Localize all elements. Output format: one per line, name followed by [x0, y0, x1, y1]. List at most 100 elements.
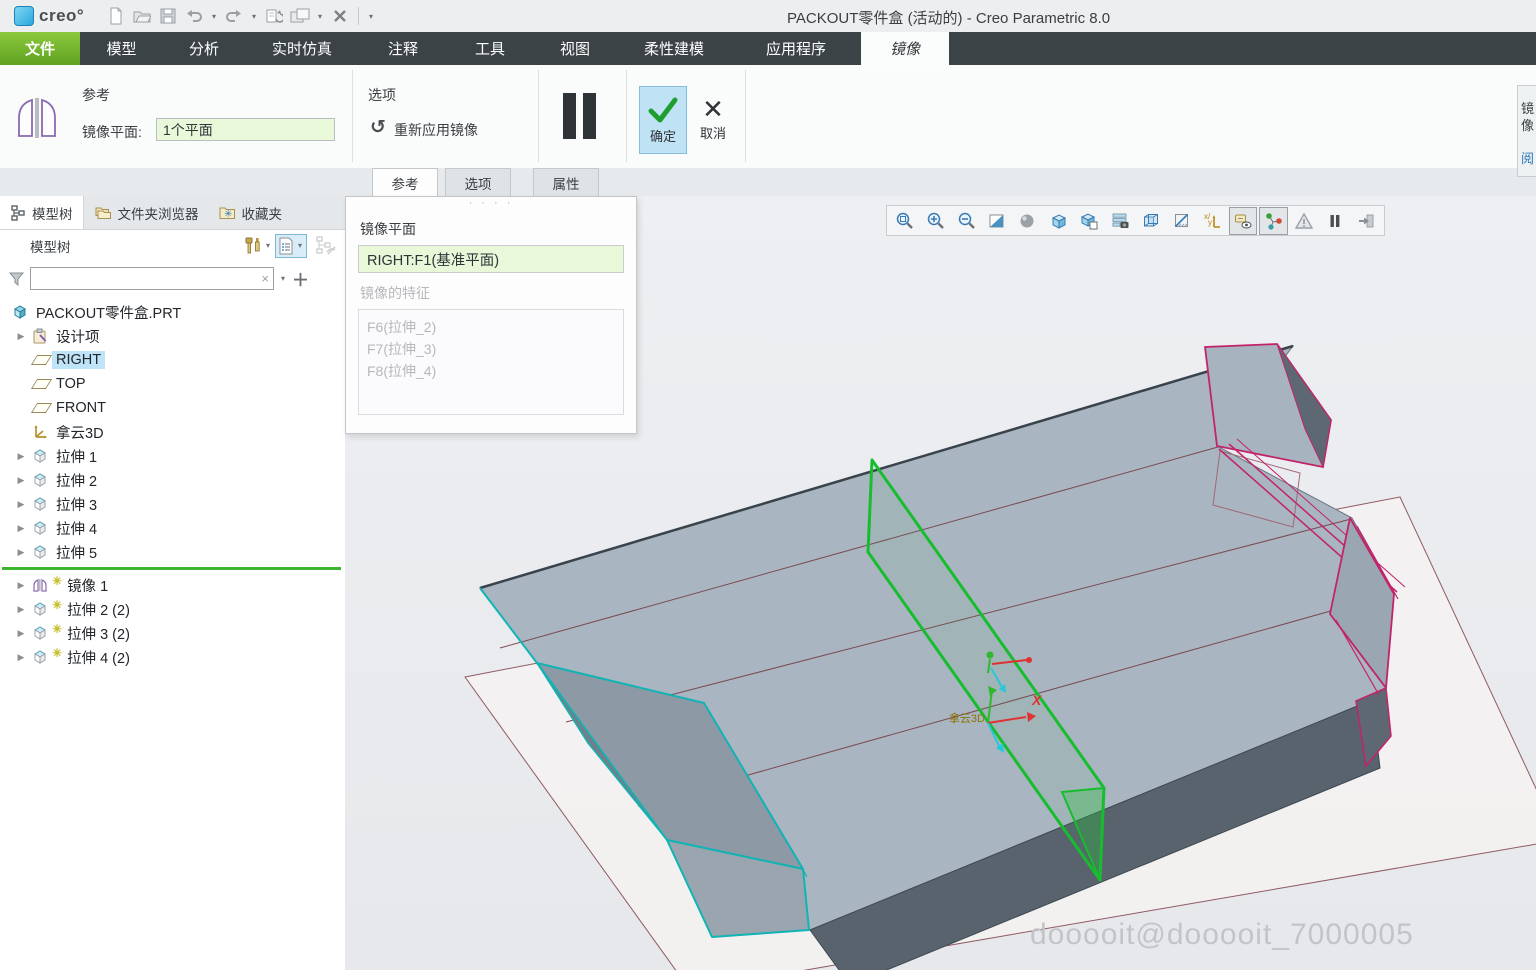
zoom-out-button[interactable]: [952, 207, 981, 235]
side-panel-text: 像: [1521, 118, 1535, 133]
redo-dropdown-icon[interactable]: ▾: [249, 12, 259, 21]
view-manager-button[interactable]: [1106, 207, 1135, 235]
subtab-references[interactable]: 参考: [372, 168, 438, 196]
tree-row-part[interactable]: PACKOUT零件盒.PRT: [0, 300, 345, 324]
tab-model-tree[interactable]: 模型树: [0, 196, 84, 229]
show-list-dropdown-icon[interactable]: ▾: [295, 241, 305, 250]
tab-mirror[interactable]: 镜像: [861, 32, 949, 65]
expand-arrow-icon[interactable]: ▶: [10, 604, 32, 615]
reference-group-title: 参考: [82, 87, 110, 103]
model-tree-icon: [11, 204, 25, 221]
pause-display-button[interactable]: [1321, 207, 1350, 235]
tree-filter-row: × ▾ ＋: [0, 262, 345, 295]
open-file-icon[interactable]: [131, 4, 153, 28]
favorites-icon: ✳: [219, 207, 235, 220]
window-switch-icon[interactable]: [289, 4, 311, 28]
tree-settings-icon[interactable]: [243, 236, 263, 256]
tree-row-mirrored-extrude2[interactable]: ▶ ✳ 拉伸 2 (2): [0, 597, 345, 621]
datum-plane-icon: [30, 403, 53, 413]
section-button[interactable]: [1167, 207, 1196, 235]
tab-flexible-modeling[interactable]: 柔性建模: [617, 32, 731, 65]
insert-locator[interactable]: [2, 567, 341, 570]
tree-row-mirrored-extrude3[interactable]: ▶ ✳ 拉伸 3 (2): [0, 621, 345, 645]
tree-row-right-plane[interactable]: RIGHT: [0, 348, 345, 372]
undo-icon[interactable]: [183, 4, 205, 28]
tab-applications[interactable]: 应用程序: [731, 32, 861, 65]
cancel-x-icon: ✕: [702, 93, 724, 124]
save-icon[interactable]: [157, 4, 179, 28]
subtab-options[interactable]: 选项: [445, 168, 511, 196]
expand-arrow-icon[interactable]: ▶: [10, 652, 32, 663]
tab-model[interactable]: 模型: [80, 32, 163, 65]
tab-analysis[interactable]: 分析: [163, 32, 245, 65]
filter-dropdown-icon[interactable]: ▾: [278, 274, 288, 283]
simulation-warning-icon[interactable]: [1290, 207, 1319, 235]
new-file-icon[interactable]: [105, 4, 127, 28]
zoom-in-button[interactable]: [922, 207, 951, 235]
add-filter-icon[interactable]: ＋: [292, 266, 309, 291]
tree-row-extrude1[interactable]: ▶ 拉伸 1: [0, 444, 345, 468]
tree-row-mirrored-extrude4[interactable]: ▶ ✳ 拉伸 4 (2): [0, 645, 345, 669]
tree-show-list-button[interactable]: ▾: [275, 233, 307, 258]
display-style-button[interactable]: [1044, 207, 1073, 235]
expand-arrow-icon[interactable]: ▶: [10, 451, 32, 462]
repaint-button[interactable]: [983, 207, 1012, 235]
datum-display-button[interactable]: x/y: [1198, 207, 1227, 235]
clear-filter-icon[interactable]: ×: [261, 271, 269, 286]
close-window-icon[interactable]: [329, 4, 351, 28]
customize-toolbar-icon[interactable]: ▾: [366, 12, 376, 21]
tree-row-extrude5[interactable]: ▶ 拉伸 5: [0, 540, 345, 564]
cancel-button[interactable]: ✕ 取消: [690, 86, 736, 152]
reapply-mirror-button[interactable]: 重新应用镜像: [394, 120, 478, 140]
mirrored-features-list[interactable]: F6(拉伸_2) F7(拉伸_3) F8(拉伸_4): [358, 309, 624, 415]
mirror-plane-value-field[interactable]: RIGHT:F1(基准平面): [358, 245, 624, 273]
read-mode-icon[interactable]: 阅: [1521, 150, 1536, 167]
svg-text:✳: ✳: [224, 209, 232, 220]
tree-row-design-items[interactable]: ▶ 设计项: [0, 324, 345, 348]
tree-row-top-plane[interactable]: TOP: [0, 372, 345, 396]
tree-filter-input[interactable]: ×: [30, 267, 274, 290]
undo-dropdown-icon[interactable]: ▾: [209, 12, 219, 21]
redo-icon[interactable]: [223, 4, 245, 28]
part-icon: [12, 304, 32, 320]
spin-center-button[interactable]: [1259, 206, 1288, 235]
tab-favorites[interactable]: ✳ 收藏夹: [209, 196, 293, 229]
pause-icon[interactable]: [559, 91, 599, 146]
creo-logo: creo°: [14, 6, 84, 26]
expand-arrow-icon[interactable]: ▶: [10, 475, 32, 486]
tab-folder-browser[interactable]: 文件夹浏览器: [84, 196, 209, 229]
tree-row-csys[interactable]: 拿云3D: [0, 420, 345, 444]
expand-arrow-icon[interactable]: ▶: [10, 580, 32, 591]
tab-live-simulation[interactable]: 实时仿真: [245, 32, 359, 65]
tab-view[interactable]: 视图: [533, 32, 617, 65]
subtab-properties[interactable]: 属性: [533, 168, 599, 196]
expand-arrow-icon[interactable]: ▶: [10, 547, 32, 558]
tree-row-extrude2[interactable]: ▶ 拉伸 2: [0, 468, 345, 492]
window-switch-dropdown-icon[interactable]: ▾: [315, 12, 325, 21]
expand-arrow-icon[interactable]: ▶: [10, 523, 32, 534]
tree-row-extrude4[interactable]: ▶ 拉伸 4: [0, 516, 345, 540]
expand-arrow-icon[interactable]: ▶: [10, 499, 32, 510]
tab-annotate[interactable]: 注释: [359, 32, 447, 65]
regenerate-badge-icon: ✳: [52, 598, 63, 612]
exit-oneclick-button[interactable]: [1351, 207, 1380, 235]
tree-row-extrude3[interactable]: ▶ 拉伸 3: [0, 492, 345, 516]
expand-arrow-icon[interactable]: ▶: [10, 628, 32, 639]
tree-settings-dropdown-icon[interactable]: ▾: [263, 241, 273, 250]
regenerate-icon[interactable]: [263, 4, 285, 28]
tab-file[interactable]: 文件: [0, 32, 80, 65]
shading-style-button[interactable]: [1014, 207, 1043, 235]
refresh-icon[interactable]: ↺: [370, 116, 386, 139]
collapsed-side-panel[interactable]: 镜 像 阅: [1517, 85, 1536, 177]
panel-drag-handle[interactable]: · · · ·: [346, 197, 636, 209]
tree-row-front-plane[interactable]: FRONT: [0, 396, 345, 420]
tab-tools[interactable]: 工具: [447, 32, 533, 65]
tree-row-mirror1[interactable]: ▶ ✳ 镜像 1: [0, 573, 345, 597]
annotation-display-button[interactable]: [1228, 206, 1258, 235]
ok-button[interactable]: 确定: [639, 86, 687, 154]
expand-arrow-icon[interactable]: ▶: [10, 331, 32, 342]
mirror-plane-collector[interactable]: 1个平面: [156, 118, 335, 141]
zoom-refit-button[interactable]: [891, 207, 920, 235]
saved-orientations-button[interactable]: [1075, 207, 1104, 235]
perspective-button[interactable]: [1137, 207, 1166, 235]
